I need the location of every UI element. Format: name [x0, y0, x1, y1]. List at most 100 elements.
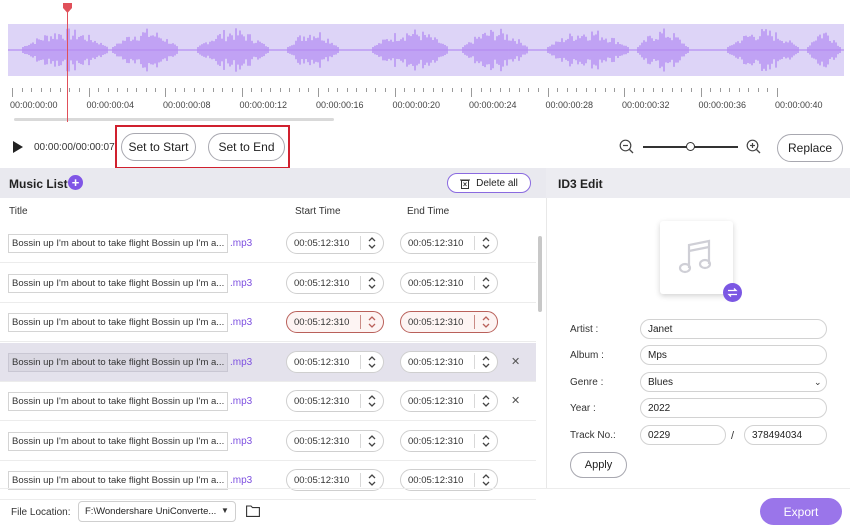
end-time-input[interactable]: 00:05:12:310	[400, 390, 498, 412]
ruler-minor-tick	[662, 88, 664, 92]
ruler-minor-tick	[604, 88, 606, 92]
end-time-value: 00:05:12:310	[408, 435, 464, 447]
track-name-field[interactable]: Bossin up I'm about to take flight Bossi…	[8, 273, 228, 293]
ruler-minor-tick	[576, 88, 578, 92]
file-location-select[interactable]: F:\Wondershare UniConverte...	[78, 501, 236, 522]
track-name-field[interactable]: Bossin up I'm about to take flight Bossi…	[8, 234, 228, 253]
zoom-slider-handle[interactable]	[686, 142, 695, 151]
album-field[interactable]: Mps	[640, 345, 827, 365]
music-list-scrollbar[interactable]	[538, 236, 542, 312]
stepper-icon[interactable]	[480, 472, 492, 488]
stepper-icon[interactable]	[480, 354, 492, 370]
stepper-icon[interactable]	[480, 314, 492, 330]
stepper-icon[interactable]	[480, 275, 492, 291]
music-list-row[interactable]: Bossin up I'm about to take flight Bossi…	[0, 382, 536, 421]
stepper-divider	[474, 275, 475, 290]
zoom-out-icon[interactable]	[619, 139, 634, 154]
end-time-input[interactable]: 00:05:12:310	[400, 350, 498, 373]
start-time-input[interactable]: 00:05:12:310	[286, 232, 384, 254]
playhead-handle-icon[interactable]	[63, 3, 72, 13]
music-list-row[interactable]: Bossin up I'm about to take flight Bossi…	[0, 264, 536, 303]
timeline-scrollbar[interactable]	[14, 118, 334, 121]
end-time-input[interactable]: 00:05:12:310	[400, 429, 498, 452]
set-to-end-button[interactable]: Set to End	[208, 133, 285, 161]
stepper-icon[interactable]	[366, 235, 378, 251]
file-extension: .mp3	[230, 475, 253, 486]
track-number-field[interactable]: 0229	[640, 425, 726, 445]
ruler-minor-tick	[767, 88, 769, 92]
folder-icon[interactable]	[246, 505, 260, 517]
track-total-field[interactable]: 378494034	[744, 425, 827, 445]
replace-button[interactable]: Replace	[777, 134, 843, 162]
apply-button[interactable]: Apply	[570, 452, 627, 478]
ruler-major-tick	[394, 88, 396, 97]
stepper-icon[interactable]	[366, 472, 378, 488]
track-name-field[interactable]: Bossin up I'm about to take flight Bossi…	[8, 352, 228, 372]
ruler-minor-tick	[442, 88, 444, 92]
delete-all-button[interactable]: Delete all	[447, 173, 531, 193]
ruler-minor-tick	[681, 88, 683, 92]
stepper-icon[interactable]	[480, 433, 492, 449]
stepper-icon[interactable]	[366, 275, 378, 291]
music-list-row[interactable]: Bossin up I'm about to take flight Bossi…	[0, 461, 536, 500]
music-list-row[interactable]: Bossin up I'm about to take flight Bossi…	[0, 224, 536, 263]
set-to-start-button[interactable]: Set to Start	[121, 133, 196, 161]
artist-label: Artist :	[570, 324, 599, 335]
zoom-in-icon[interactable]	[746, 139, 761, 154]
chevron-down-icon[interactable]: ⌄	[814, 377, 822, 388]
track-name-field[interactable]: Bossin up I'm about to take flight Bossi…	[8, 392, 228, 411]
start-time-input[interactable]: 00:05:12:310	[286, 429, 384, 452]
start-time-value: 00:05:12:310	[294, 317, 350, 328]
music-list-row[interactable]: Bossin up I'm about to take flight Bossi…	[0, 303, 536, 342]
ruler-minor-tick	[384, 88, 386, 92]
end-time-input[interactable]: 00:05:12:310	[400, 271, 498, 294]
replace-cover-button[interactable]	[723, 283, 742, 302]
end-time-input[interactable]: 00:05:12:310	[400, 232, 498, 254]
track-name-field[interactable]: Bossin up I'm about to take flight Bossi…	[8, 431, 228, 451]
end-time-input[interactable]: 00:05:12:310	[400, 311, 498, 333]
waveform[interactable]	[8, 24, 844, 76]
export-button[interactable]: Export	[760, 498, 842, 525]
file-extension: .mp3	[230, 356, 253, 368]
ruler-major-tick	[547, 88, 549, 97]
add-music-icon[interactable]: +	[68, 175, 83, 190]
ruler-minor-tick	[557, 88, 559, 92]
stepper-icon[interactable]	[366, 393, 378, 409]
ruler-minor-tick	[193, 88, 195, 92]
remove-row-icon[interactable]: ✕	[511, 394, 520, 407]
file-extension: .mp3	[230, 435, 253, 447]
ruler-minor-tick	[413, 88, 415, 92]
start-time-input[interactable]: 00:05:12:310	[286, 271, 384, 294]
track-name-field[interactable]: Bossin up I'm about to take flight Bossi…	[8, 313, 228, 332]
chevron-down-icon[interactable]: ▼	[221, 506, 229, 515]
ruler-minor-tick	[365, 88, 367, 92]
year-field[interactable]: 2022	[640, 398, 827, 418]
playhead-line[interactable]	[67, 8, 68, 122]
start-time-input[interactable]: 00:05:12:310	[286, 311, 384, 333]
start-time-input[interactable]: 00:05:12:310	[286, 350, 384, 373]
genre-select[interactable]: Blues	[640, 372, 827, 392]
artist-field[interactable]: Janet	[640, 319, 827, 339]
start-time-input[interactable]: 00:05:12:310	[286, 390, 384, 412]
ruler-minor-tick	[518, 88, 520, 92]
ruler-minor-tick	[499, 88, 501, 92]
music-list-row[interactable]: Bossin up I'm about to take flight Bossi…	[0, 422, 536, 461]
music-list-row[interactable]: Bossin up I'm about to take flight Bossi…	[0, 342, 536, 382]
stepper-icon[interactable]	[366, 354, 378, 370]
stepper-icon[interactable]	[480, 235, 492, 251]
file-extension: .mp3	[230, 238, 253, 249]
stepper-icon[interactable]	[366, 314, 378, 330]
ruler-minor-tick	[251, 88, 253, 92]
ruler-minor-tick	[50, 88, 52, 92]
end-time-value: 00:05:12:310	[408, 317, 464, 328]
ruler-tick-label: 00:00:00:40	[775, 100, 823, 110]
ruler-major-tick	[471, 88, 472, 97]
stepper-icon[interactable]	[366, 433, 378, 449]
time-ruler[interactable]: 00:00:00:00 00:00:00:04 00:00:00:08 00:00:0…	[8, 88, 844, 114]
stepper-icon[interactable]	[480, 393, 492, 409]
play-icon[interactable]	[12, 140, 24, 154]
ruler-major-tick	[12, 88, 13, 97]
file-extension: .mp3	[230, 277, 253, 289]
app-window: 00:00:00:00 00:00:00:04 00:00:00:08 00:00:0…	[0, 0, 850, 528]
remove-row-icon[interactable]: ✕	[511, 355, 520, 368]
